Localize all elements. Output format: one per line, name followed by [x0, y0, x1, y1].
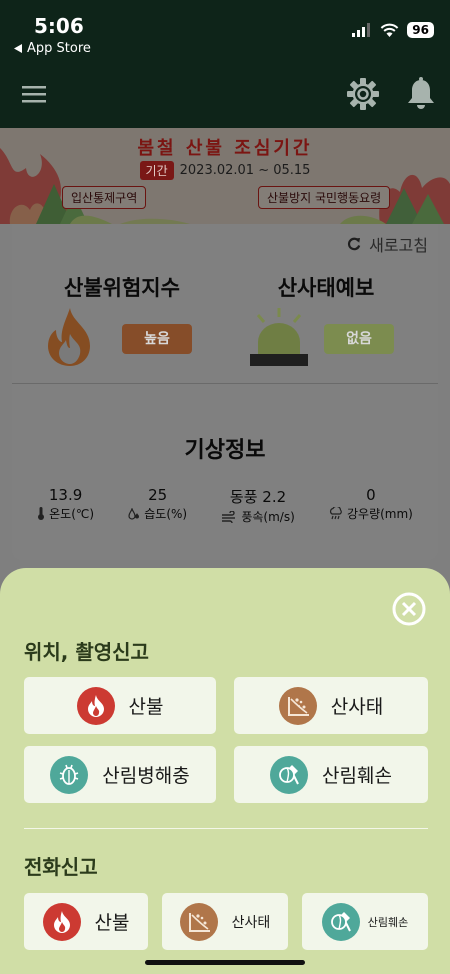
- landslide-level-badge: 없음: [324, 324, 394, 354]
- flame-icon: [48, 308, 90, 366]
- signal-icon: [352, 23, 371, 37]
- back-store-label: App Store: [27, 41, 91, 56]
- refresh-label: 새로고침: [369, 236, 428, 255]
- phone-report-forest-damage-button[interactable]: 산림훼손: [302, 893, 428, 950]
- fire-prevention-guide-button[interactable]: 산불방지 국민행동요령: [258, 186, 391, 209]
- home-indicator: [145, 960, 305, 965]
- location-report-fire-button[interactable]: 산불: [24, 677, 216, 734]
- rainfall-value: 0: [366, 486, 376, 504]
- app-header: 5:06 App Store 96: [0, 0, 450, 128]
- weather-humidity: 25 습도(%): [128, 486, 187, 525]
- battery-indicator: 96: [407, 22, 434, 38]
- pest-bug-icon: [50, 755, 89, 794]
- phone-landslide-label: 산사태: [231, 914, 271, 931]
- forest-info-card: 새로고침 산불위험지수 높음 산사태예보 없음 기상정보 13.9 온도(℃) …: [12, 224, 438, 560]
- weather-title: 기상정보: [184, 438, 266, 463]
- banner-title: 봄철 산불 조심기간: [137, 138, 313, 159]
- fire-icon: [76, 686, 115, 725]
- banner-period: 기간 2023.02.01 ~ 05.15: [0, 161, 450, 180]
- humidity-value: 25: [148, 486, 168, 504]
- wind-value: 동풍 2.2: [229, 488, 287, 506]
- phone-forest-damage-label: 산림훼손: [367, 915, 409, 929]
- back-triangle-icon: [14, 44, 22, 53]
- rainfall-label: 강우량(mm): [346, 507, 413, 521]
- landslide-forecast-title: 산사태예보: [277, 276, 375, 300]
- hamburger-menu-icon[interactable]: [22, 84, 46, 104]
- forest-damage-icon: [321, 902, 360, 941]
- report-bottom-sheet: 위치, 촬영신고 산불 산사태 산림병해충 산림훼손 전화신고 산불 산사태 산…: [0, 568, 450, 974]
- weather-rainfall: 0 강우량(mm): [329, 486, 413, 525]
- landslide-label: 산사태: [330, 696, 384, 718]
- back-to-app-store[interactable]: App Store: [14, 41, 91, 56]
- forest-damage-icon: [270, 755, 309, 794]
- notification-bell-icon[interactable]: [406, 77, 436, 111]
- temperature-label: 온도(℃): [49, 507, 95, 521]
- siren-icon: [250, 308, 308, 366]
- thermometer-icon: [38, 507, 45, 520]
- fire-risk-level-badge: 높음: [122, 324, 192, 354]
- fire-label: 산불: [128, 696, 164, 718]
- forest-damage-label: 산림훼손: [322, 765, 392, 787]
- fire-caution-banner[interactable]: 봄철 산불 조심기간 기간 2023.02.01 ~ 05.15 입산통제구역 …: [0, 128, 450, 224]
- humidity-label: 습도(%): [144, 507, 188, 521]
- humidity-icon: [128, 507, 140, 520]
- status-icons: 96: [352, 22, 434, 38]
- wind-icon: [222, 510, 236, 523]
- wind-label: 풍속(m/s): [241, 510, 295, 524]
- info-divider: [12, 383, 438, 384]
- landslide-icon: [179, 902, 218, 941]
- landslide-icon: [278, 686, 317, 725]
- phone-report-title: 전화신고: [24, 855, 98, 879]
- weather-wind: 동풍 2.2 풍속(m/s): [221, 486, 295, 525]
- sheet-divider: [24, 828, 428, 829]
- location-report-title: 위치, 촬영신고: [24, 640, 149, 664]
- rain-icon: [329, 507, 342, 520]
- phone-report-landslide-button[interactable]: 산사태: [162, 893, 288, 950]
- phone-report-fire-button[interactable]: 산불: [24, 893, 148, 950]
- pest-label: 산림병해충: [102, 765, 190, 787]
- location-report-pest-button[interactable]: 산림병해충: [24, 746, 216, 803]
- refresh-icon: [348, 237, 361, 251]
- location-report-landslide-button[interactable]: 산사태: [234, 677, 428, 734]
- close-icon[interactable]: [392, 592, 426, 626]
- weather-temperature: 13.9 온도(℃): [37, 486, 94, 525]
- fire-icon: [42, 902, 81, 941]
- status-time: 5:06: [34, 14, 84, 38]
- weather-row: 13.9 온도(℃) 25 습도(%) 동풍 2.2 풍속(m/s) 0 강우량…: [20, 486, 430, 525]
- period-dates: 2023.02.01 ~ 05.15: [179, 163, 311, 178]
- fire-risk-title: 산불위험지수: [64, 276, 180, 300]
- refresh-button[interactable]: 새로고침: [347, 232, 428, 256]
- period-chip: 기간: [139, 161, 174, 180]
- restricted-area-button[interactable]: 입산통제구역: [62, 186, 147, 209]
- wifi-icon: [380, 23, 399, 37]
- phone-fire-label: 산불: [94, 912, 130, 934]
- location-report-forest-damage-button[interactable]: 산림훼손: [234, 746, 428, 803]
- settings-gear-icon[interactable]: [346, 77, 380, 111]
- temperature-value: 13.9: [48, 486, 83, 504]
